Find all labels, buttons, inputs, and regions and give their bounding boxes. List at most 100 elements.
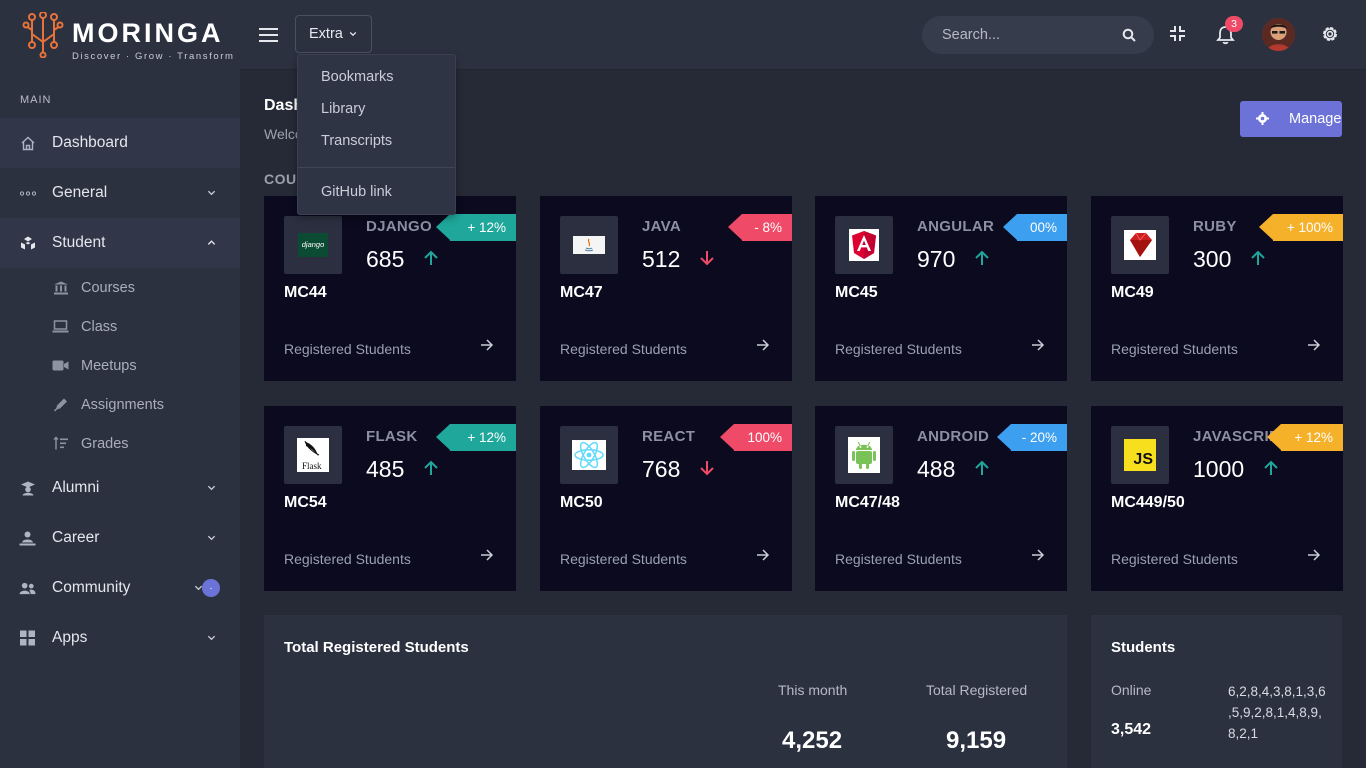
course-name: ANDROID — [917, 428, 990, 445]
compress-icon[interactable] — [1169, 25, 1186, 42]
panel-title: Students — [1111, 639, 1176, 656]
sidebar-item-alumni[interactable]: Alumni — [0, 463, 240, 513]
sort-icon — [52, 436, 69, 451]
svg-text:Flask: Flask — [302, 461, 322, 471]
growth-badge: + 100% — [1259, 214, 1343, 241]
cubes-icon — [19, 235, 36, 252]
java-logo — [560, 216, 618, 274]
course-code: MC44 — [284, 284, 327, 301]
course-card-android[interactable]: ANDROID 488 - 20% MC47/48 Registered Stu… — [815, 406, 1067, 591]
dropdown-item-github-link[interactable]: GitHub link — [298, 176, 455, 208]
sidebar-subitem-meetups[interactable]: Meetups — [0, 346, 240, 385]
android-logo — [835, 426, 893, 484]
bank-icon — [52, 280, 69, 295]
graduate-icon — [19, 480, 36, 497]
growth-badge: + 12% — [436, 214, 516, 241]
sidebar-item-student[interactable]: Student — [0, 218, 240, 268]
card-footer-label: Registered Students — [284, 551, 411, 567]
course-card-react[interactable]: REACT 768 100% MC50 Registered Students — [540, 406, 792, 591]
total-registered-value: 9,159 — [946, 727, 1007, 754]
javascript-logo-icon: JS — [1124, 439, 1156, 471]
manage-label: Manage — [1289, 111, 1342, 127]
dropdown-item-library[interactable]: Library — [298, 93, 455, 125]
arrow-right-icon[interactable] — [756, 548, 770, 562]
growth-badge: + 12% — [1267, 424, 1343, 451]
search-icon[interactable] — [1122, 28, 1136, 42]
arrow-up-icon — [424, 250, 438, 265]
sidebar-subitem-label: Class — [81, 318, 118, 335]
course-card-django[interactable]: django DJANGO 685 + 12% MC44 Registered … — [264, 196, 516, 381]
growth-badge: + 12% — [436, 424, 516, 451]
growth-badge: 100% — [720, 424, 792, 451]
search-input[interactable] — [922, 16, 1112, 54]
arrow-right-icon[interactable] — [1031, 338, 1045, 352]
course-count: 685 — [366, 246, 405, 272]
course-card-javascript[interactable]: JS JAVASCRIPT 1000 + 12% MC449/50 Regist… — [1091, 406, 1343, 591]
sidebar: MORINGA Discover · Grow · Transform MAIN… — [0, 0, 240, 768]
pen-icon — [52, 397, 69, 412]
arrow-right-icon[interactable] — [756, 338, 770, 352]
chevron-down-icon — [207, 190, 216, 196]
this-month-value: 4,252 — [782, 727, 843, 754]
sidebar-subitem-class[interactable]: Class — [0, 307, 240, 346]
django-logo-icon: django — [298, 233, 328, 257]
sidebar-item-label: Dashboard — [52, 134, 128, 151]
course-card-angular[interactable]: ANGULAR 970 00% MC45 Registered Students — [815, 196, 1067, 381]
course-code: MC50 — [560, 494, 603, 511]
card-footer-label: Registered Students — [1111, 551, 1238, 567]
arrow-right-icon[interactable] — [1031, 548, 1045, 562]
arrow-up-icon — [1251, 250, 1265, 265]
arrow-right-icon[interactable] — [1307, 338, 1321, 352]
sidebar-subitem-courses[interactable]: Courses — [0, 268, 240, 307]
circuit-logo-icon — [22, 12, 64, 58]
arrow-down-icon — [700, 461, 714, 476]
sidebar-item-career[interactable]: Career — [0, 513, 240, 563]
chevron-down-icon — [349, 31, 357, 37]
javascript-logo: JS — [1111, 426, 1169, 484]
extra-menu-label: Extra — [309, 26, 343, 42]
gear-icon — [1256, 112, 1269, 125]
sidebar-subitem-assignments[interactable]: Assignments — [0, 385, 240, 424]
sidebar-nav: Dashboard General Student Courses Class … — [0, 118, 240, 663]
dropdown-divider — [298, 167, 455, 168]
sparkline-line: 6,2,8,4,3,8,1,3,6 — [1228, 684, 1326, 699]
dropdown-item-bookmarks[interactable]: Bookmarks — [298, 61, 455, 93]
sparkline-line: 8,2,1 — [1228, 726, 1259, 741]
sidebar-item-community[interactable]: Community . — [0, 563, 240, 613]
sidebar-item-dashboard[interactable]: Dashboard — [0, 118, 240, 168]
sparkline-line: ,5,9,2,8,1,4,8,9, — [1228, 705, 1322, 720]
arrow-up-icon — [1264, 460, 1278, 475]
community-badge: . — [202, 579, 220, 597]
course-card-java[interactable]: JAVA 512 - 8% MC47 Registered Students — [540, 196, 792, 381]
course-count: 768 — [642, 456, 681, 482]
growth-badge: - 20% — [997, 424, 1067, 451]
gear-icon[interactable] — [1320, 24, 1340, 44]
avatar[interactable] — [1262, 18, 1295, 51]
card-footer-label: Registered Students — [560, 341, 687, 357]
course-card-flask[interactable]: Flask FLASK 485 + 12% MC54 Registered St… — [264, 406, 516, 591]
arrow-up-icon — [424, 460, 438, 475]
sidebar-subitem-grades[interactable]: Grades — [0, 424, 240, 463]
arrow-right-icon[interactable] — [1307, 548, 1321, 562]
growth-badge: 00% — [1003, 214, 1067, 241]
sidebar-item-apps[interactable]: Apps — [0, 613, 240, 663]
this-month-label: This month — [778, 682, 848, 698]
course-card-ruby[interactable]: RUBY 300 + 100% MC49 Registered Students — [1091, 196, 1343, 381]
students-panel: Students Online 3,542 6,2,8,4,3,8,1,3,6 … — [1091, 615, 1342, 768]
menu-icon[interactable] — [259, 27, 278, 43]
android-logo-icon — [848, 437, 880, 473]
extra-menu-button[interactable]: Extra — [295, 15, 372, 53]
sidebar-item-general[interactable]: General — [0, 168, 240, 218]
section-label-main: MAIN — [20, 94, 52, 106]
arrow-right-icon[interactable] — [480, 338, 494, 352]
card-footer-label: Registered Students — [560, 551, 687, 567]
arrow-right-icon[interactable] — [480, 548, 494, 562]
sidebar-item-label: Community — [52, 579, 131, 596]
manage-button[interactable]: Manage — [1240, 101, 1342, 137]
django-logo: django — [284, 216, 342, 274]
section-title-courses: COU — [264, 171, 297, 187]
dropdown-item-transcripts[interactable]: Transcripts — [298, 125, 455, 157]
course-name: FLASK — [366, 428, 418, 445]
brand[interactable]: MORINGA Discover · Grow · Transform — [0, 0, 240, 70]
course-count: 512 — [642, 246, 681, 272]
